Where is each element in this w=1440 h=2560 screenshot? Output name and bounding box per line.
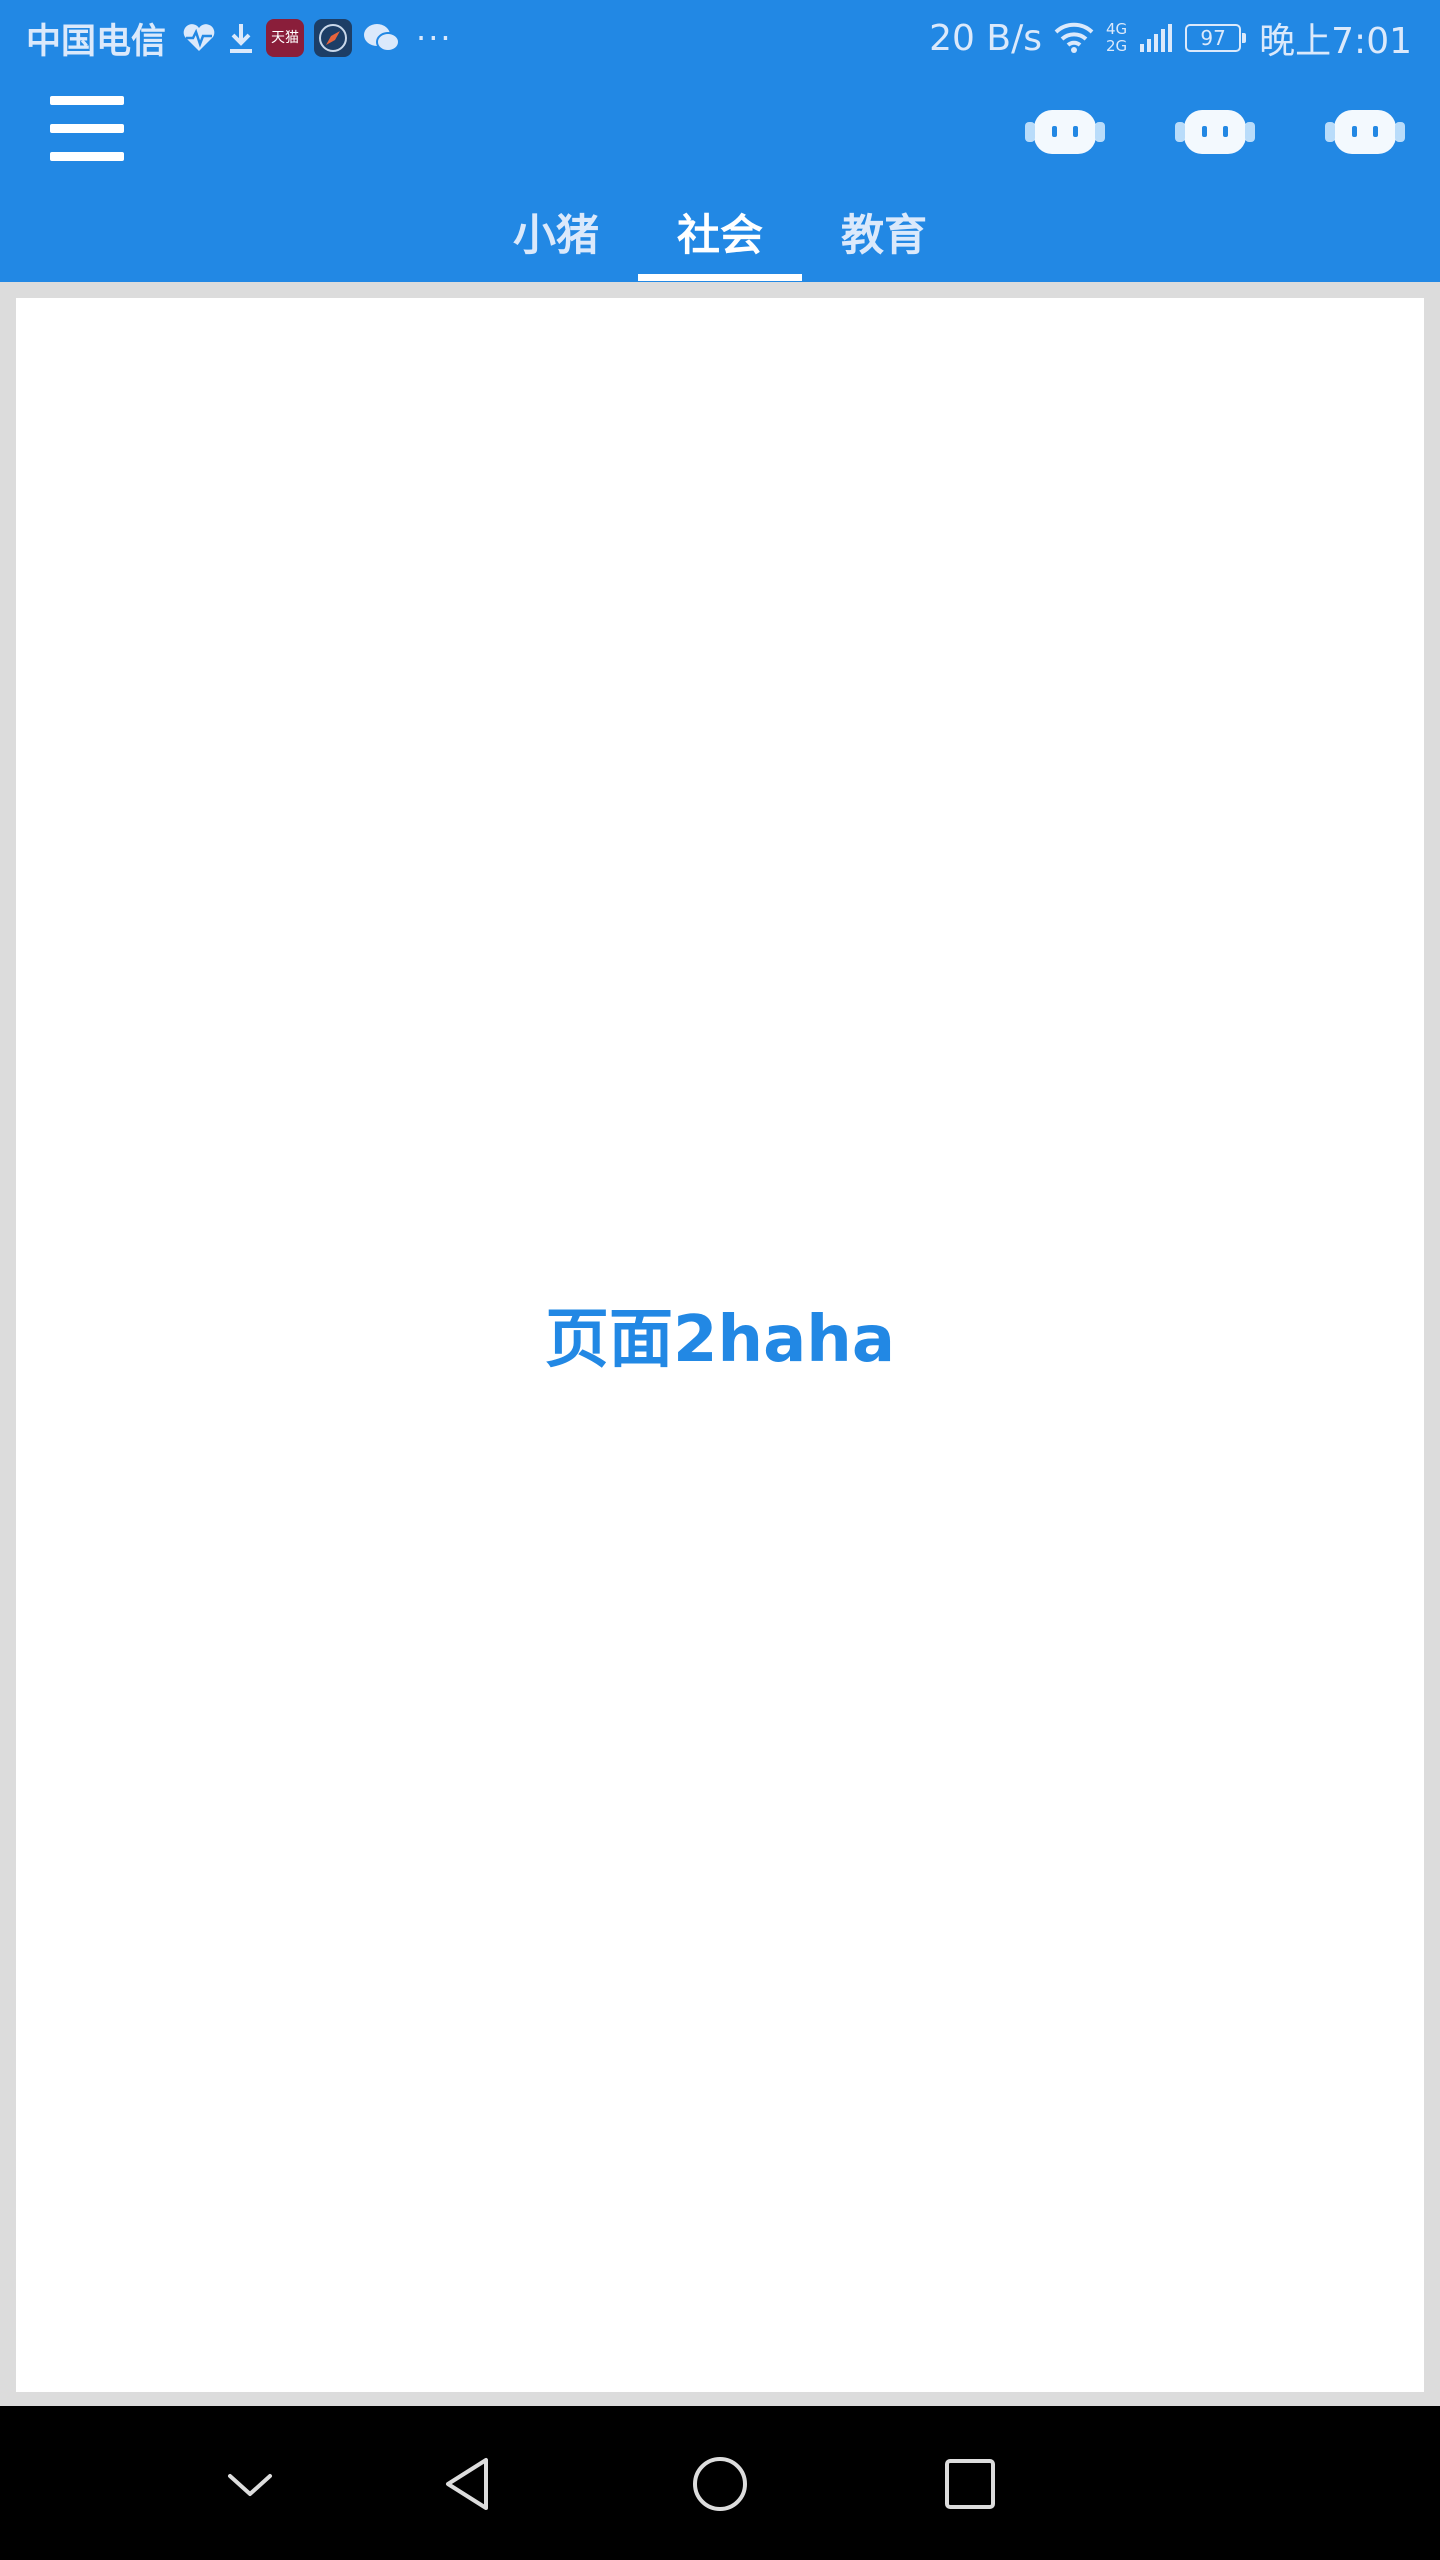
menu-line: [50, 96, 124, 105]
robot-face-icon[interactable]: [1172, 104, 1258, 160]
page-text: 页面2haha: [544, 1303, 896, 1377]
robot-face-icon[interactable]: [1022, 104, 1108, 160]
tab-selected-indicator: [638, 274, 802, 281]
status-right: 20 B/s 4G 2G 97 晚上7:01: [929, 14, 1412, 63]
robot-face-icon[interactable]: [1322, 104, 1408, 160]
hamburger-menu-icon[interactable]: [48, 96, 126, 164]
tab-bar: 小猪 社会 教育: [0, 200, 1440, 282]
more-notifications-indicator: ···: [416, 19, 453, 57]
battery-indicator: 97: [1185, 24, 1247, 52]
download-icon: [226, 21, 256, 55]
signal-strength-icon: [1139, 22, 1173, 54]
tab-society[interactable]: 社会: [664, 200, 776, 282]
tmall-app-icon: 天猫: [266, 19, 305, 57]
tab-education[interactable]: 教育: [828, 200, 940, 282]
wechat-icon: [362, 22, 401, 54]
network-speed: 20 B/s: [929, 17, 1042, 59]
recents-icon[interactable]: [932, 2446, 1008, 2522]
carrier-name: 中国电信: [26, 21, 167, 62]
status-left: 中国电信 天猫 ···: [26, 14, 453, 62]
menu-line: [50, 152, 124, 161]
network-type: 4G 2G: [1106, 21, 1127, 55]
heart-rate-icon: [182, 23, 216, 53]
menu-line: [50, 124, 124, 133]
collapse-icon[interactable]: [212, 2446, 288, 2522]
app-screen: 中国电信 天猫 ··· 20 B/s 4G 2G 97 晚上7:01 小猪 社会…: [0, 0, 1440, 2560]
app-header: 中国电信 天猫 ··· 20 B/s 4G 2G 97 晚上7:01 小猪 社会…: [0, 0, 1440, 282]
home-icon[interactable]: [682, 2446, 758, 2522]
network-type-top: 4G: [1105, 20, 1128, 38]
tab-piggy[interactable]: 小猪: [500, 200, 612, 282]
status-time: 晚上7:01: [1259, 21, 1412, 62]
wifi-icon: [1054, 22, 1094, 54]
network-type-bottom: 2G: [1105, 37, 1128, 55]
system-nav-bar: [0, 2406, 1440, 2560]
back-icon[interactable]: [432, 2446, 508, 2522]
compass-app-icon: [314, 19, 353, 57]
status-bar: 中国电信 天猫 ··· 20 B/s 4G 2G 97 晚上7:01: [0, 0, 1440, 76]
